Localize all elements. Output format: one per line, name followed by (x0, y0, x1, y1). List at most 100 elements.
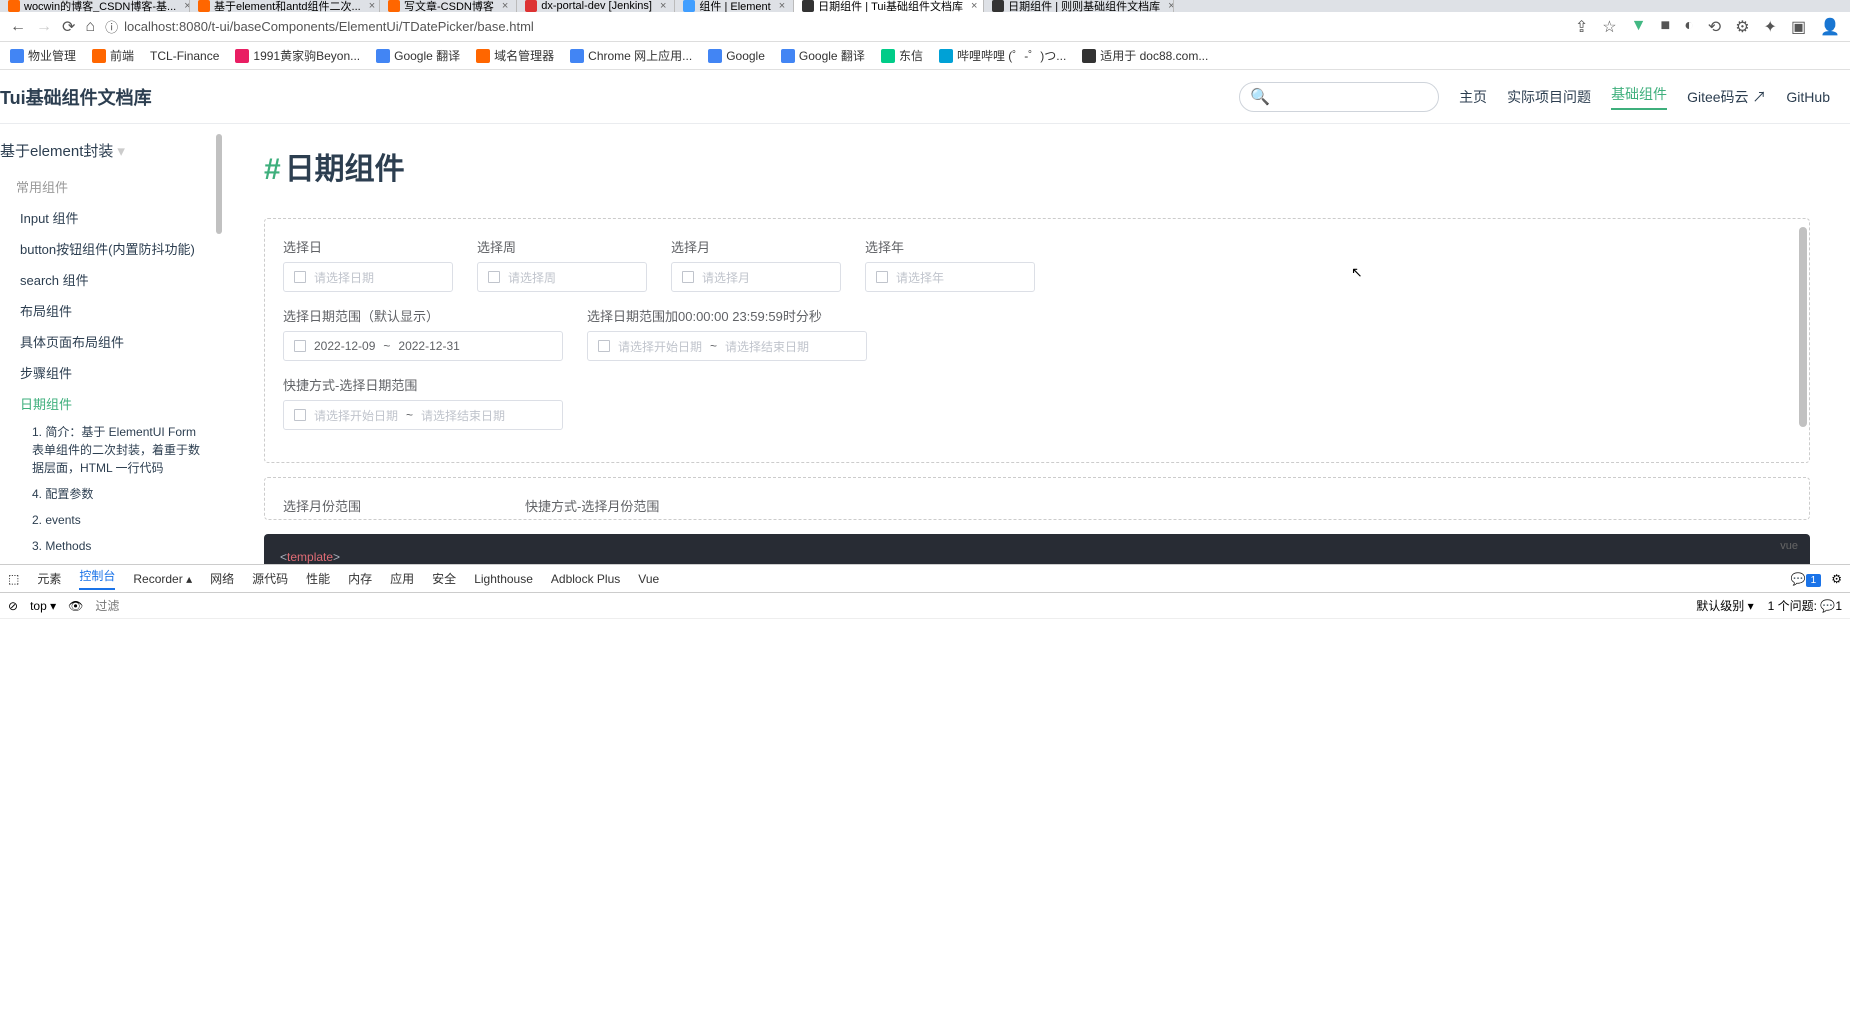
url-input[interactable]: ⓘ localhost:8080/t-ui/baseComponents/Ele… (105, 17, 534, 36)
date-picker-year[interactable]: 请选择年 (865, 262, 1035, 292)
bookmark-item[interactable]: Google 翻译 (376, 47, 460, 64)
bookmark-item[interactable]: 哔哩哔哩 (゜-゜)つ... (939, 47, 1066, 64)
inspect-icon[interactable]: ⬚ (8, 572, 19, 586)
ext-icon-4[interactable]: ⚙ (1735, 17, 1749, 37)
nav-issues[interactable]: 实际项目问题 (1507, 87, 1591, 107)
vue-icon[interactable]: ▼ (1631, 17, 1647, 37)
bookmark-item[interactable]: Google (708, 49, 765, 63)
sidebar-item-dialog[interactable]: 弹窗组件 (0, 559, 224, 564)
close-icon[interactable]: × (660, 0, 666, 12)
dt-tab-security[interactable]: 安全 (432, 570, 456, 587)
share-icon[interactable]: ⇪ (1575, 17, 1588, 37)
bookmark-item[interactable]: Chrome 网上应用... (570, 47, 692, 64)
nav-home[interactable]: 主页 (1459, 87, 1487, 107)
close-icon[interactable]: × (971, 0, 977, 12)
nav-gitee[interactable]: Gitee码云 ↗ (1687, 87, 1766, 107)
eye-icon[interactable]: 👁 (68, 599, 83, 613)
dt-tab-elements[interactable]: 元素 (37, 570, 61, 587)
date-picker-day[interactable]: 请选择日期 (283, 262, 453, 292)
label-year: 选择年 (865, 237, 1035, 256)
logo[interactable]: Tui基础组件文档库 (0, 84, 152, 110)
forward-button[interactable]: → (36, 18, 52, 36)
bookmark-item[interactable]: 适用于 doc88.com... (1082, 47, 1208, 64)
tab-3[interactable]: 写文章-CSDN博客× (380, 0, 517, 12)
level-selector[interactable]: 默认级别 ▾ (1696, 597, 1753, 614)
sidebar-section: 常用组件 (0, 171, 224, 202)
dt-tab-performance[interactable]: 性能 (306, 570, 330, 587)
dt-tab-network[interactable]: 网络 (210, 570, 234, 587)
date-picker-month[interactable]: 请选择月 (671, 262, 841, 292)
bookmark-item[interactable]: TCL-Finance (150, 49, 219, 63)
dt-tab-memory[interactable]: 内存 (348, 570, 372, 587)
nav-components[interactable]: 基础组件 (1611, 84, 1667, 110)
date-range-picker[interactable]: 2022-12-09~2022-12-31 (283, 331, 563, 361)
tab-1[interactable]: wocwin的博客_CSDN博客-基...× (0, 0, 190, 12)
sidebar-item-date[interactable]: 日期组件 (0, 388, 224, 419)
dt-tab-console[interactable]: 控制台 (79, 567, 115, 590)
sidepanel-icon[interactable]: ▣ (1791, 17, 1806, 37)
bookmark-item[interactable]: Google 翻译 (781, 47, 865, 64)
info-icon[interactable]: ⓘ (105, 17, 118, 36)
nav-github[interactable]: GitHub (1786, 89, 1830, 105)
sidebar-item-button[interactable]: button按钮组件(内置防抖功能) (0, 233, 224, 264)
tab-6[interactable]: 日期组件 | Tui基础组件文档库× (794, 0, 984, 12)
sidebar-item-page-layout[interactable]: 具体页面布局组件 (0, 326, 224, 357)
context-selector[interactable]: top ▾ (30, 599, 56, 613)
sidebar-sub-events[interactable]: 2. events (0, 507, 224, 533)
search-input[interactable]: 🔍 (1239, 82, 1439, 112)
dt-tab-sources[interactable]: 源代码 (252, 570, 288, 587)
tab-5[interactable]: 组件 | Element× (675, 0, 794, 12)
sidebar-item-search[interactable]: search 组件 (0, 264, 224, 295)
close-icon[interactable]: × (779, 0, 785, 12)
date-range-shortcut[interactable]: 请选择开始日期~请选择结束日期 (283, 400, 563, 430)
bookmark-item[interactable]: 域名管理器 (476, 47, 554, 64)
date-picker-week[interactable]: 请选择周 (477, 262, 647, 292)
bookmark-item[interactable]: 物业管理 (10, 47, 76, 64)
sidebar-group[interactable]: 基于element封装 ▾ (0, 134, 224, 171)
home-button[interactable]: ⌂ (85, 18, 95, 36)
demo-scrollbar[interactable] (1799, 227, 1807, 427)
dt-tab-application[interactable]: 应用 (390, 570, 414, 587)
sidebar-sub-intro[interactable]: 1. 简介：基于 ElementUI Form 表单组件的二次封装，着重于数据层… (0, 419, 224, 481)
date-range-picker-time[interactable]: 请选择开始日期~请选择结束日期 (587, 331, 867, 361)
scrollbar-thumb[interactable] (216, 134, 222, 234)
tab-7[interactable]: 日期组件 | 则则基础组件文档库× (984, 0, 1174, 12)
reload-button[interactable]: ⟳ (62, 17, 75, 37)
dt-tab-lighthouse[interactable]: Lighthouse (474, 572, 533, 586)
back-button[interactable]: ← (10, 18, 26, 36)
close-icon[interactable]: × (369, 0, 375, 12)
bookmark-item[interactable]: 1991黄家驹Beyon... (235, 47, 360, 64)
label-shortcut: 快捷方式-选择日期范围 (283, 375, 563, 394)
main-content: 基于element封装 ▾ 常用组件 Input 组件 button按钮组件(内… (0, 124, 1850, 564)
messages-icon[interactable]: 💬1 (1791, 572, 1822, 586)
tab-4[interactable]: dx-portal-dev [Jenkins]× (517, 0, 675, 12)
sidebar-sub-config[interactable]: 4. 配置参数 (0, 481, 224, 507)
label-monthrange: 选择月份范围 (283, 496, 361, 515)
extensions-icon[interactable]: ✦ (1764, 17, 1777, 37)
close-icon[interactable]: × (502, 0, 508, 12)
sidebar-item-input[interactable]: Input 组件 (0, 202, 224, 233)
dt-tab-recorder[interactable]: Recorder ▴ (133, 572, 192, 586)
dt-tab-vue[interactable]: Vue (638, 572, 659, 586)
dt-tab-adblock[interactable]: Adblock Plus (551, 572, 620, 586)
sidebar-item-layout[interactable]: 布局组件 (0, 295, 224, 326)
ext-icon[interactable]: ■ (1660, 17, 1670, 37)
tab-2[interactable]: 基于element和antd组件二次...× (190, 0, 380, 12)
sidebar-sub-methods[interactable]: 3. Methods (0, 533, 224, 559)
bookmark-item[interactable]: 东信 (881, 47, 923, 64)
issues-count[interactable]: 1 个问题: 💬1 (1768, 597, 1842, 614)
content-area: #日期组件 选择日 请选择日期 选择周 请选择周 选择月 请选择月 选择年 请选… (224, 124, 1850, 564)
ext-icon-3[interactable]: ⟲ (1708, 17, 1721, 37)
settings-icon[interactable]: ⚙ (1831, 572, 1842, 586)
sidebar-item-steps[interactable]: 步骤组件 (0, 357, 224, 388)
ext-icon-2[interactable]: ◐ (1684, 17, 1694, 37)
clear-console-icon[interactable]: ⊘ (8, 599, 18, 613)
browser-tabs: wocwin的博客_CSDN博客-基...× 基于element和antd组件二… (0, 0, 1850, 12)
console-output[interactable] (0, 619, 1850, 1029)
sidebar: 基于element封装 ▾ 常用组件 Input 组件 button按钮组件(内… (0, 124, 224, 564)
close-icon[interactable]: × (1168, 0, 1174, 12)
avatar-icon[interactable]: 👤 (1820, 17, 1840, 37)
filter-input[interactable] (95, 599, 250, 613)
bookmark-item[interactable]: 前端 (92, 47, 134, 64)
star-icon[interactable]: ☆ (1602, 17, 1616, 37)
